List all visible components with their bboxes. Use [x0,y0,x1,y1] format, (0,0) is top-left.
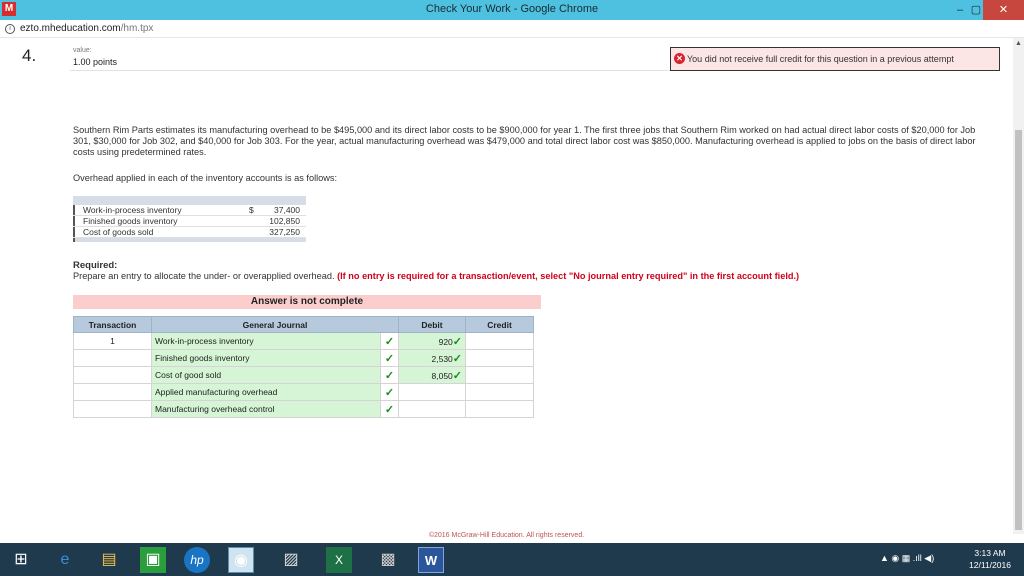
clock-time: 3:13 AM [974,548,1006,558]
points-value: 1.00 points [73,57,118,67]
header-transaction: Transaction [73,316,152,333]
question-number: 4. [22,46,37,65]
credit-warning: ✕ You did not receive full credit for th… [670,47,1000,71]
clock[interactable]: 3:13 AM 12/11/2016 [960,547,1020,571]
credit-input[interactable] [465,366,534,384]
required-text: Prepare an entry to allocate the under- … [73,271,800,281]
debit-input[interactable] [398,400,466,418]
word-icon[interactable]: W [418,547,444,573]
clock-date: 12/11/2016 [969,560,1011,570]
error-icon: ✕ [674,53,685,64]
table-row: Manufacturing overhead control ✓ [73,400,534,418]
credit-input[interactable] [465,349,534,367]
info-icon[interactable]: i [5,24,15,34]
scrollbar-thumb[interactable] [1015,130,1022,530]
store-icon[interactable]: ▣ [140,547,166,573]
debit-input[interactable]: 2,530✓ [398,349,466,367]
check-icon: ✓ [380,349,399,367]
window-titlebar: M Check Your Work - Google Chrome – ▢ ✕ [0,0,1024,20]
header-general-journal: General Journal [151,316,399,333]
close-button[interactable]: ✕ [983,0,1024,20]
system-tray-icons[interactable]: ▲ ◉ ▦ .ıll ◀) [880,553,934,564]
minimize-button[interactable]: – [952,0,968,20]
table-row: Cost of goods sold 327,250 [73,227,306,238]
credit-input[interactable] [465,400,534,418]
problem-text: Southern Rim Parts estimates its manufac… [73,125,976,157]
account-select[interactable]: Work-in-process inventory [151,332,381,350]
required-note: (If no entry is required for a transacti… [337,271,800,281]
divider [70,70,670,71]
excel-icon[interactable]: X [326,547,352,573]
photos-icon[interactable]: ▨ [278,547,304,573]
table-header [73,196,306,205]
account-select[interactable]: Applied manufacturing overhead [151,383,381,401]
check-icon: ✓ [452,369,462,382]
check-icon: ✓ [452,352,462,365]
applied-intro: Overhead applied in each of the inventor… [73,173,338,183]
table-row: Finished goods inventory 102,850 [73,216,306,227]
hp-icon[interactable]: hp [184,547,210,573]
url-text[interactable]: ezto.mheducation.com/hm.tpx [20,23,153,34]
table-row: Finished goods inventory ✓ 2,530✓ [73,349,534,367]
debit-input[interactable]: 8,050✓ [398,366,466,384]
debit-input[interactable]: 920✓ [398,332,466,350]
chrome-icon[interactable]: ◉ [228,547,254,573]
account-select[interactable]: Cost of good sold [151,366,381,384]
value-label: value: [73,47,92,54]
header-credit: Credit [465,316,534,333]
scrollbar[interactable]: ▲ [1013,38,1024,534]
credit-input[interactable] [465,332,534,350]
check-icon: ✓ [380,332,399,350]
taskbar: ⊞ e ▤ ▣ hp ◉ ▨ X ▩ W ▲ ◉ ▦ .ıll ◀) 3:13 … [0,543,1024,576]
account-select[interactable]: Finished goods inventory [151,349,381,367]
table-row: Work-in-process inventory $ 37,400 [73,205,306,216]
check-icon: ✓ [380,366,399,384]
camera-icon[interactable]: ▩ [375,547,401,573]
scroll-up-icon[interactable]: ▲ [1015,40,1022,47]
windows-start-icon[interactable]: ⊞ [8,547,34,573]
check-icon: ✓ [380,383,399,401]
page-content: 4. value: 1.00 points ✕ You did not rece… [0,38,1013,534]
table-footer [73,238,306,242]
debit-input[interactable] [398,383,466,401]
maximize-button[interactable]: ▢ [968,0,984,20]
required-title: Required: [73,260,118,271]
account-select[interactable]: Manufacturing overhead control [151,400,381,418]
table-row: 1 Work-in-process inventory ✓ 920✓ [73,332,534,350]
internet-explorer-icon[interactable]: e [52,547,78,573]
address-bar[interactable]: i ezto.mheducation.com/hm.tpx [0,20,1024,38]
check-icon: ✓ [452,335,462,348]
credit-warning-text: You did not receive full credit for this… [687,54,954,64]
copyright-text: ©2016 McGraw-Hill Education. All rights … [428,532,585,539]
file-explorer-icon[interactable]: ▤ [96,547,122,573]
answer-status-banner: Answer is not complete [73,295,541,309]
table-row: Applied manufacturing overhead ✓ [73,383,534,401]
header-debit: Debit [398,316,466,333]
window-title: Check Your Work - Google Chrome [425,3,599,15]
journal-table: Transaction General Journal Debit Credit… [73,316,534,418]
credit-input[interactable] [465,383,534,401]
check-icon: ✓ [380,400,399,418]
table-row: Cost of good sold ✓ 8,050✓ [73,366,534,384]
inventory-table: Work-in-process inventory $ 37,400 Finis… [73,196,306,242]
